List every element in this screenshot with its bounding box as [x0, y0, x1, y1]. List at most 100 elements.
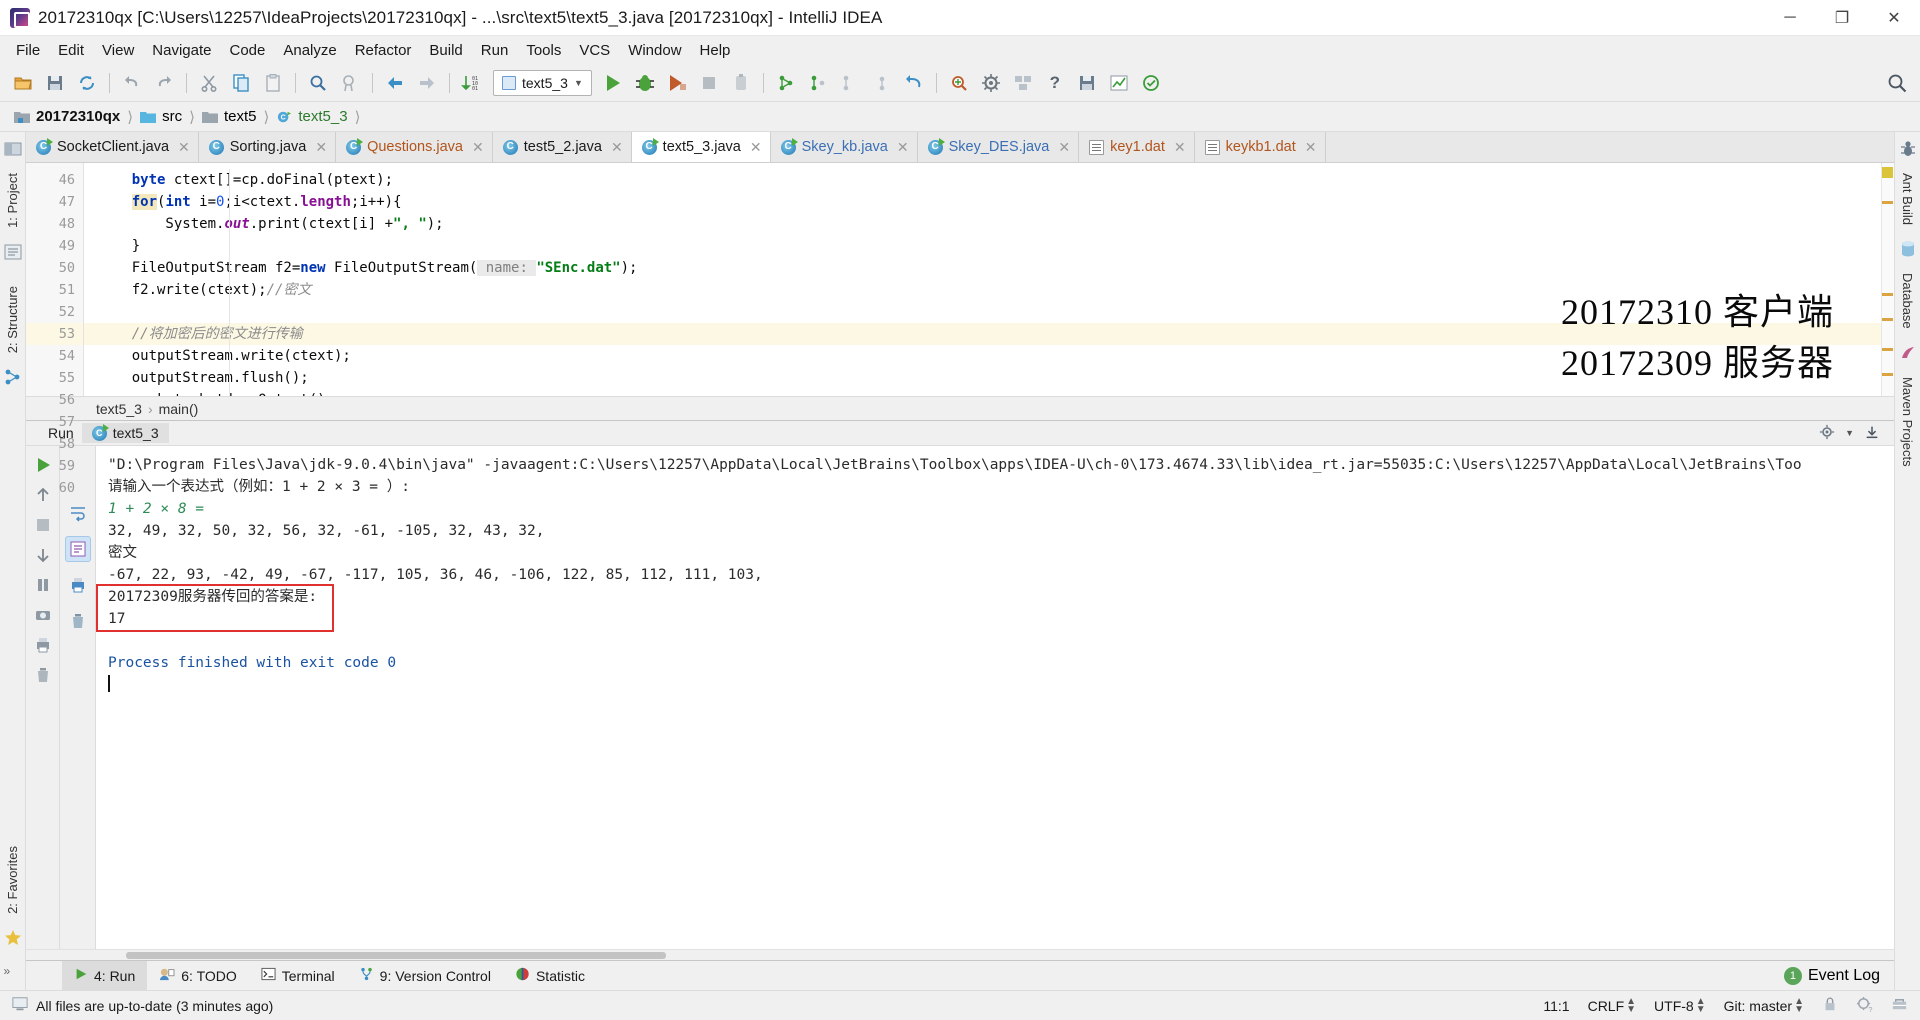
ant-icon[interactable]	[1899, 140, 1917, 158]
run-tab-text5-3[interactable]: C text5_3	[81, 423, 169, 443]
camera-button[interactable]	[30, 602, 56, 628]
line-number[interactable]: 51	[26, 279, 83, 301]
menu-vcs[interactable]: VCS	[571, 39, 618, 62]
line-number[interactable]: 46	[26, 169, 83, 191]
code-editor[interactable]: 46 47 48 49 50 51 52 53 54 55 56 57 58 59 60 byte ctex…	[26, 163, 1894, 496]
stripe-mark[interactable]	[1882, 293, 1893, 296]
line-number[interactable]: 48	[26, 213, 83, 235]
sidebar-item-database[interactable]: Database	[1900, 265, 1915, 337]
sidebar-item-maven-projects[interactable]: Maven Projects	[1900, 369, 1915, 475]
hide-window-icon[interactable]	[1864, 424, 1880, 443]
git-commit-icon[interactable]	[803, 68, 833, 98]
tool-window-todo[interactable]: 6: TODO	[147, 961, 249, 990]
database-icon[interactable]	[1899, 240, 1917, 258]
close-tab-icon[interactable]: ✕	[1174, 139, 1186, 156]
encoding-selector[interactable]: UTF-8 ▲ ▼	[1654, 996, 1706, 1014]
editor-tab-text5-3[interactable]: C text5_3.java ✕	[631, 132, 771, 162]
close-tab-icon[interactable]: ✕	[897, 139, 909, 156]
clear-all-button[interactable]	[30, 662, 56, 688]
project-icon[interactable]	[4, 140, 22, 158]
background-tasks-icon[interactable]	[1891, 996, 1908, 1016]
save-all-icon[interactable]	[40, 68, 70, 98]
help-icon[interactable]: ?	[1040, 68, 1070, 98]
stop-button[interactable]	[30, 512, 56, 538]
event-log-label[interactable]: Event Log	[1808, 967, 1880, 985]
chevron-down-icon[interactable]: ▼	[1845, 428, 1854, 438]
undo-icon[interactable]	[117, 68, 147, 98]
stop-icon[interactable]	[694, 68, 724, 98]
structure-tree-icon[interactable]	[4, 368, 22, 386]
menu-analyze[interactable]: Analyze	[275, 39, 344, 62]
menu-code[interactable]: Code	[221, 39, 273, 62]
scroll-to-end-button[interactable]	[64, 536, 91, 562]
sync-icon[interactable]	[72, 68, 102, 98]
editor-tab-skey-kb[interactable]: C Skey_kb.java ✕	[770, 132, 918, 162]
git-update-icon[interactable]	[771, 68, 801, 98]
sidebar-item-project[interactable]: 1: Project	[5, 165, 20, 236]
close-button[interactable]: ✕	[1868, 0, 1920, 36]
search-icon[interactable]	[1882, 68, 1912, 98]
favorites-star-icon[interactable]	[4, 929, 22, 947]
minimize-button[interactable]: ─	[1764, 0, 1816, 36]
close-tab-icon[interactable]: ✕	[611, 139, 623, 156]
close-tab-icon[interactable]: ✕	[750, 139, 762, 156]
menu-refactor[interactable]: Refactor	[347, 39, 420, 62]
profile-icon[interactable]	[726, 68, 756, 98]
editor-breadcrumb-class[interactable]: text5_3	[96, 401, 142, 417]
breadcrumb-class[interactable]: C text5_3	[272, 108, 351, 125]
sidebar-item-favorites[interactable]: 2: Favorites	[5, 838, 20, 922]
soft-wrap-button[interactable]	[65, 500, 91, 526]
line-separator-selector[interactable]: CRLF ▲ ▼	[1588, 996, 1636, 1014]
tool-window-version-control[interactable]: 9: Version Control	[347, 961, 503, 990]
console-horizontal-scrollbar[interactable]	[26, 949, 1894, 960]
run-icon[interactable]	[598, 68, 628, 98]
console-output[interactable]: "D:\Program Files\Java\jdk-9.0.4\bin\jav…	[96, 446, 1894, 949]
run-configuration-selector[interactable]: text5_3 ▼	[493, 69, 592, 96]
back-icon[interactable]	[380, 68, 410, 98]
menu-view[interactable]: View	[94, 39, 142, 62]
project-structure-icon[interactable]	[1008, 68, 1038, 98]
editor-tab-sorting[interactable]: C Sorting.java ✕	[198, 132, 337, 162]
stripe-mark[interactable]	[1882, 348, 1893, 351]
code-line[interactable]: System.out.print(ctext[i] +", ");	[84, 213, 1894, 235]
editor-tab-skey-des[interactable]: C Skey_DES.java ✕	[917, 132, 1080, 162]
code-line[interactable]: socket.shutdownOutput();	[84, 389, 1894, 396]
tool-window-run[interactable]: 4: Run	[62, 961, 148, 990]
git-pull-icon[interactable]	[835, 68, 865, 98]
copy-icon[interactable]	[226, 68, 256, 98]
delete-button[interactable]	[65, 608, 91, 634]
forward-icon[interactable]	[412, 68, 442, 98]
line-number[interactable]: 58	[26, 433, 83, 455]
open-project-icon[interactable]	[8, 68, 38, 98]
scroll-down-button[interactable]	[30, 542, 56, 568]
menu-build[interactable]: Build	[421, 39, 470, 62]
stripe-mark[interactable]	[1882, 201, 1893, 204]
close-tab-icon[interactable]: ✕	[178, 139, 190, 156]
editor-tab-key1-dat[interactable]: key1.dat ✕	[1079, 132, 1195, 162]
close-tab-icon[interactable]: ✕	[1058, 139, 1070, 156]
redo-icon[interactable]	[149, 68, 179, 98]
line-number[interactable]: 50	[26, 257, 83, 279]
git-branch-selector[interactable]: Git: master ▲ ▼	[1724, 996, 1804, 1014]
inspections-icon[interactable]: ?	[1856, 996, 1873, 1016]
tool-window-statistic[interactable]: Statistic	[503, 961, 597, 990]
settings-gear-icon[interactable]	[976, 68, 1006, 98]
replace-icon[interactable]	[335, 68, 365, 98]
menu-file[interactable]: File	[8, 39, 48, 62]
line-number[interactable]: 56	[26, 389, 83, 411]
menu-navigate[interactable]: Navigate	[144, 39, 219, 62]
code-line[interactable]: for(int i=0;i<ctext.length;i++){	[84, 191, 1894, 213]
cut-icon[interactable]	[194, 68, 224, 98]
git-push-icon[interactable]	[867, 68, 897, 98]
print-button[interactable]	[30, 632, 56, 658]
lock-icon[interactable]	[1822, 996, 1838, 1015]
menu-tools[interactable]: Tools	[518, 39, 569, 62]
tool-window-terminal[interactable]: Terminal	[249, 961, 347, 990]
code-line[interactable]: byte ctext[]=cp.doFinal(ptext);	[84, 169, 1894, 191]
structure-panel-icon[interactable]	[4, 243, 22, 261]
line-number[interactable]: 52	[26, 301, 83, 323]
code-line[interactable]: }	[84, 235, 1894, 257]
editor-tab-socketclient[interactable]: C SocketClient.java ✕	[26, 132, 199, 162]
line-number[interactable]: 57	[26, 411, 83, 433]
compile-icon[interactable]: 01 10 01	[457, 68, 487, 98]
